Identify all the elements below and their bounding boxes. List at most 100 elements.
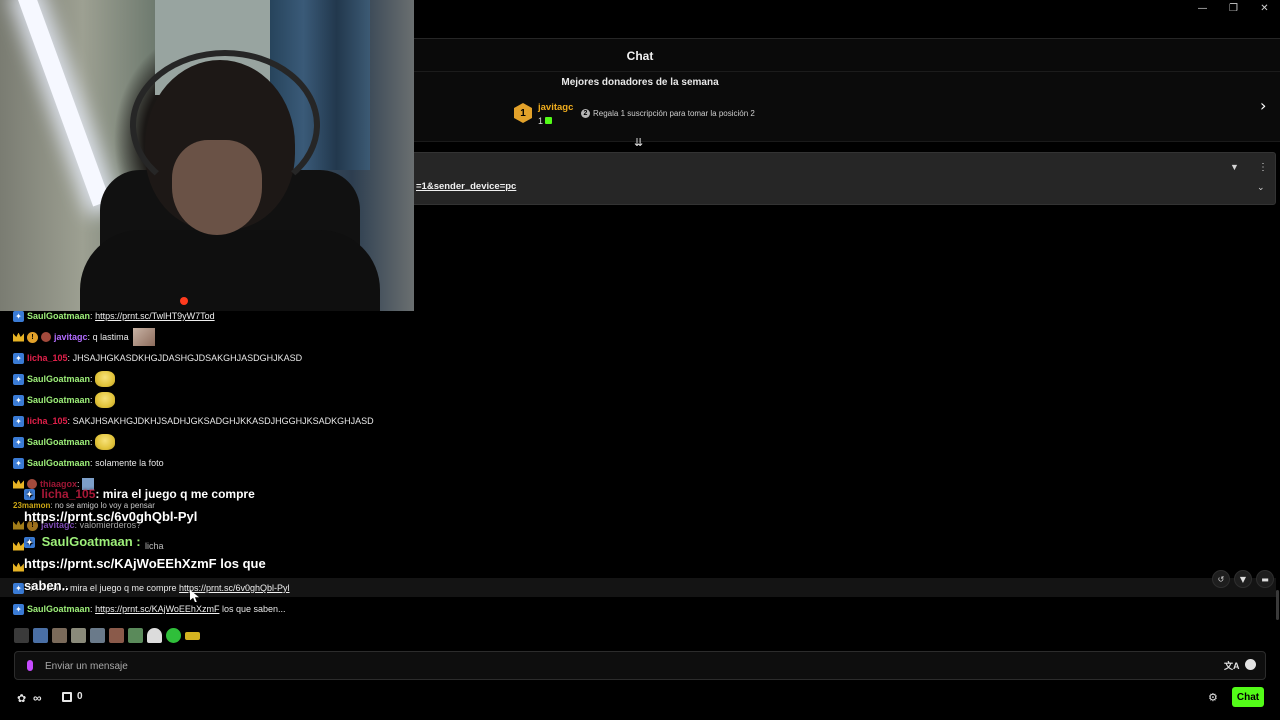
bot-badge-icon: ✦ [13, 310, 24, 322]
chat-message[interactable]: ✦ SaulGoatmaan: solamente la foto [13, 455, 164, 471]
chat-message[interactable]: ✦ licha_105: SAKJHSAKHGJDKHJSADHJGKSADGH… [13, 413, 374, 429]
emote-icon[interactable] [90, 628, 105, 643]
message-text: mira el juego q me compre [69, 583, 177, 593]
chat-message[interactable]: ✦ SaulGoatmaan: [13, 434, 115, 450]
points-icon[interactable]: ✿ [17, 692, 26, 705]
message-link[interactable]: https://prnt.sc/TwlHT9yW7Tod [95, 311, 215, 321]
crown-badge-icon [13, 562, 24, 572]
restore-icon[interactable]: ❐ [1218, 0, 1249, 16]
chat-input-box: 文A [14, 651, 1266, 680]
translate-icon[interactable]: 文A [1224, 659, 1240, 672]
gift-count: 0 [77, 691, 83, 702]
collapse-icon[interactable]: ⇊ [634, 136, 643, 149]
overlay-line-1: ✦ licha_105: mira el juego q me compre [24, 487, 255, 501]
rank-badge-icon: 1 [514, 103, 532, 123]
chat-message[interactable]: ✦ SaulGoatmaan: https://prnt.sc/TwlHT9yW… [13, 308, 215, 324]
message-link[interactable]: https://prnt.sc/KAjWoEEhXzmF [95, 604, 219, 614]
more-options-icon[interactable]: ⋮ [1258, 162, 1268, 173]
bot-badge-icon: ✦ [24, 489, 35, 501]
username[interactable]: SaulGoatmaan [27, 604, 90, 614]
ghost-emote-icon[interactable] [147, 628, 162, 643]
pinned-link[interactable]: =1&sender_device=pc [416, 181, 516, 192]
username[interactable]: licha_105 [27, 416, 68, 426]
username[interactable]: licha_105 [27, 353, 68, 363]
chevron-down-icon[interactable]: ⌄ [1257, 183, 1265, 193]
reply-icon[interactable]: ↺ [1212, 570, 1230, 588]
pin-message-icon[interactable]: ▼ [1234, 570, 1252, 588]
chat-input[interactable] [45, 658, 1195, 674]
chevron-right-icon[interactable]: › [1260, 96, 1266, 115]
overlay-line-4: https://prnt.sc/KAjWoEEhXzmF los que [24, 556, 266, 571]
chat-message[interactable]: ✦ SaulGoatmaan: https://prnt.sc/KAjWoEEh… [13, 601, 286, 617]
gift-icon[interactable] [62, 692, 72, 702]
donor-name[interactable]: javitagc [538, 102, 573, 113]
message-actions: ↺ ▼ ▬ [1212, 570, 1274, 588]
message-link[interactable]: https://prnt.sc/6v0ghQbl-Pyl [179, 583, 290, 593]
separator: : [67, 353, 71, 363]
emote-icon[interactable] [52, 628, 67, 643]
webcam-overlay [0, 0, 414, 311]
send-chat-button[interactable]: Chat [1232, 687, 1264, 707]
username[interactable]: SaulGoatmaan [27, 437, 90, 447]
overlay-line-2: https://prnt.sc/6v0ghQbl-Pyl [24, 509, 198, 524]
message-text: licha [145, 541, 164, 551]
minimize-icon[interactable]: — [1187, 0, 1218, 16]
overlay-text: : mira el juego q me compre [95, 487, 255, 501]
separator: : [87, 332, 91, 342]
emoji-icon[interactable] [1245, 659, 1256, 670]
emote-photo [132, 328, 155, 346]
delete-icon[interactable]: ▬ [1256, 570, 1274, 588]
username[interactable]: SaulGoatmaan [27, 374, 90, 384]
webcam-led [180, 297, 188, 305]
bot-badge-icon: ✦ [13, 352, 24, 364]
username[interactable]: SaulGoatmaan [27, 395, 90, 405]
microphone-icon[interactable] [27, 660, 33, 671]
emote-icon[interactable] [14, 628, 29, 643]
bot-badge-icon: ✦ [13, 582, 24, 594]
scrollbar[interactable] [1276, 590, 1279, 620]
chat-footer: ✿ ∞ 0 ⚙ Chat [0, 686, 1280, 710]
rank-badge-icon: ! [27, 331, 38, 343]
gear-icon[interactable]: ⚙ [1208, 691, 1218, 704]
donor-count: 1 [538, 116, 544, 126]
username[interactable]: javitagc [54, 332, 88, 342]
emote-icon[interactable] [71, 628, 86, 643]
minion-emote-icon [94, 434, 115, 450]
message-text: solamente la foto [95, 458, 164, 468]
separator: : [90, 374, 93, 384]
crown-badge-icon [13, 541, 24, 551]
message-text: SAKJHSAKHGJDKHJSADHJGKSADGHJKKASDJHGGHJK… [72, 416, 374, 426]
bot-badge-icon: ✦ [24, 537, 35, 549]
chat-message[interactable]: ✦ SaulGoatmaan: [13, 392, 115, 408]
chat-emote-icon[interactable] [166, 628, 181, 643]
separator: : [90, 437, 93, 447]
chat-message[interactable]: ✦ licha_105: JHSAJHGKASDKHGJDASHGJDSAKGH… [13, 350, 302, 366]
chat-message[interactable]: ✦ SaulGoatmaan: [13, 371, 115, 387]
kick-chat-window: — ❐ ✕ Chat Mejores donadores de la seman… [0, 0, 1280, 720]
emote-icon[interactable] [33, 628, 48, 643]
gift-subscription-icon [545, 117, 552, 124]
emote-icon[interactable] [128, 628, 143, 643]
overlay-username: SaulGoatmaan : [41, 534, 141, 549]
minion-emote-icon [94, 371, 115, 387]
bot-badge-icon: ✦ [13, 373, 24, 385]
window-controls: — ❐ ✕ [1187, 0, 1280, 16]
bot-badge-icon: ✦ [13, 436, 24, 448]
username[interactable]: SaulGoatmaan [27, 311, 90, 321]
separator: : [90, 458, 93, 468]
chat-message[interactable]: ! javitagc: q lastima [13, 328, 155, 346]
position-icon: 2 [581, 109, 590, 118]
emote-icon[interactable] [185, 631, 200, 640]
bot-badge-icon: ✦ [13, 603, 24, 615]
message-text: q lastima [92, 332, 129, 342]
message-text: JHSAJHGKASDKHGJDASHGJDSAKGHJASDGHJKASD [72, 353, 303, 363]
separator: : [90, 311, 93, 321]
username[interactable]: SaulGoatmaan [27, 458, 90, 468]
close-icon[interactable]: ✕ [1249, 0, 1280, 16]
crown-badge-icon [13, 479, 24, 489]
pin-icon[interactable]: ▼ [1230, 162, 1239, 172]
emote-icon[interactable] [109, 628, 124, 643]
recent-emotes-bar [14, 628, 200, 643]
overlay-line-5: saben.. [24, 578, 69, 593]
bot-badge-icon: ✦ [13, 457, 24, 469]
